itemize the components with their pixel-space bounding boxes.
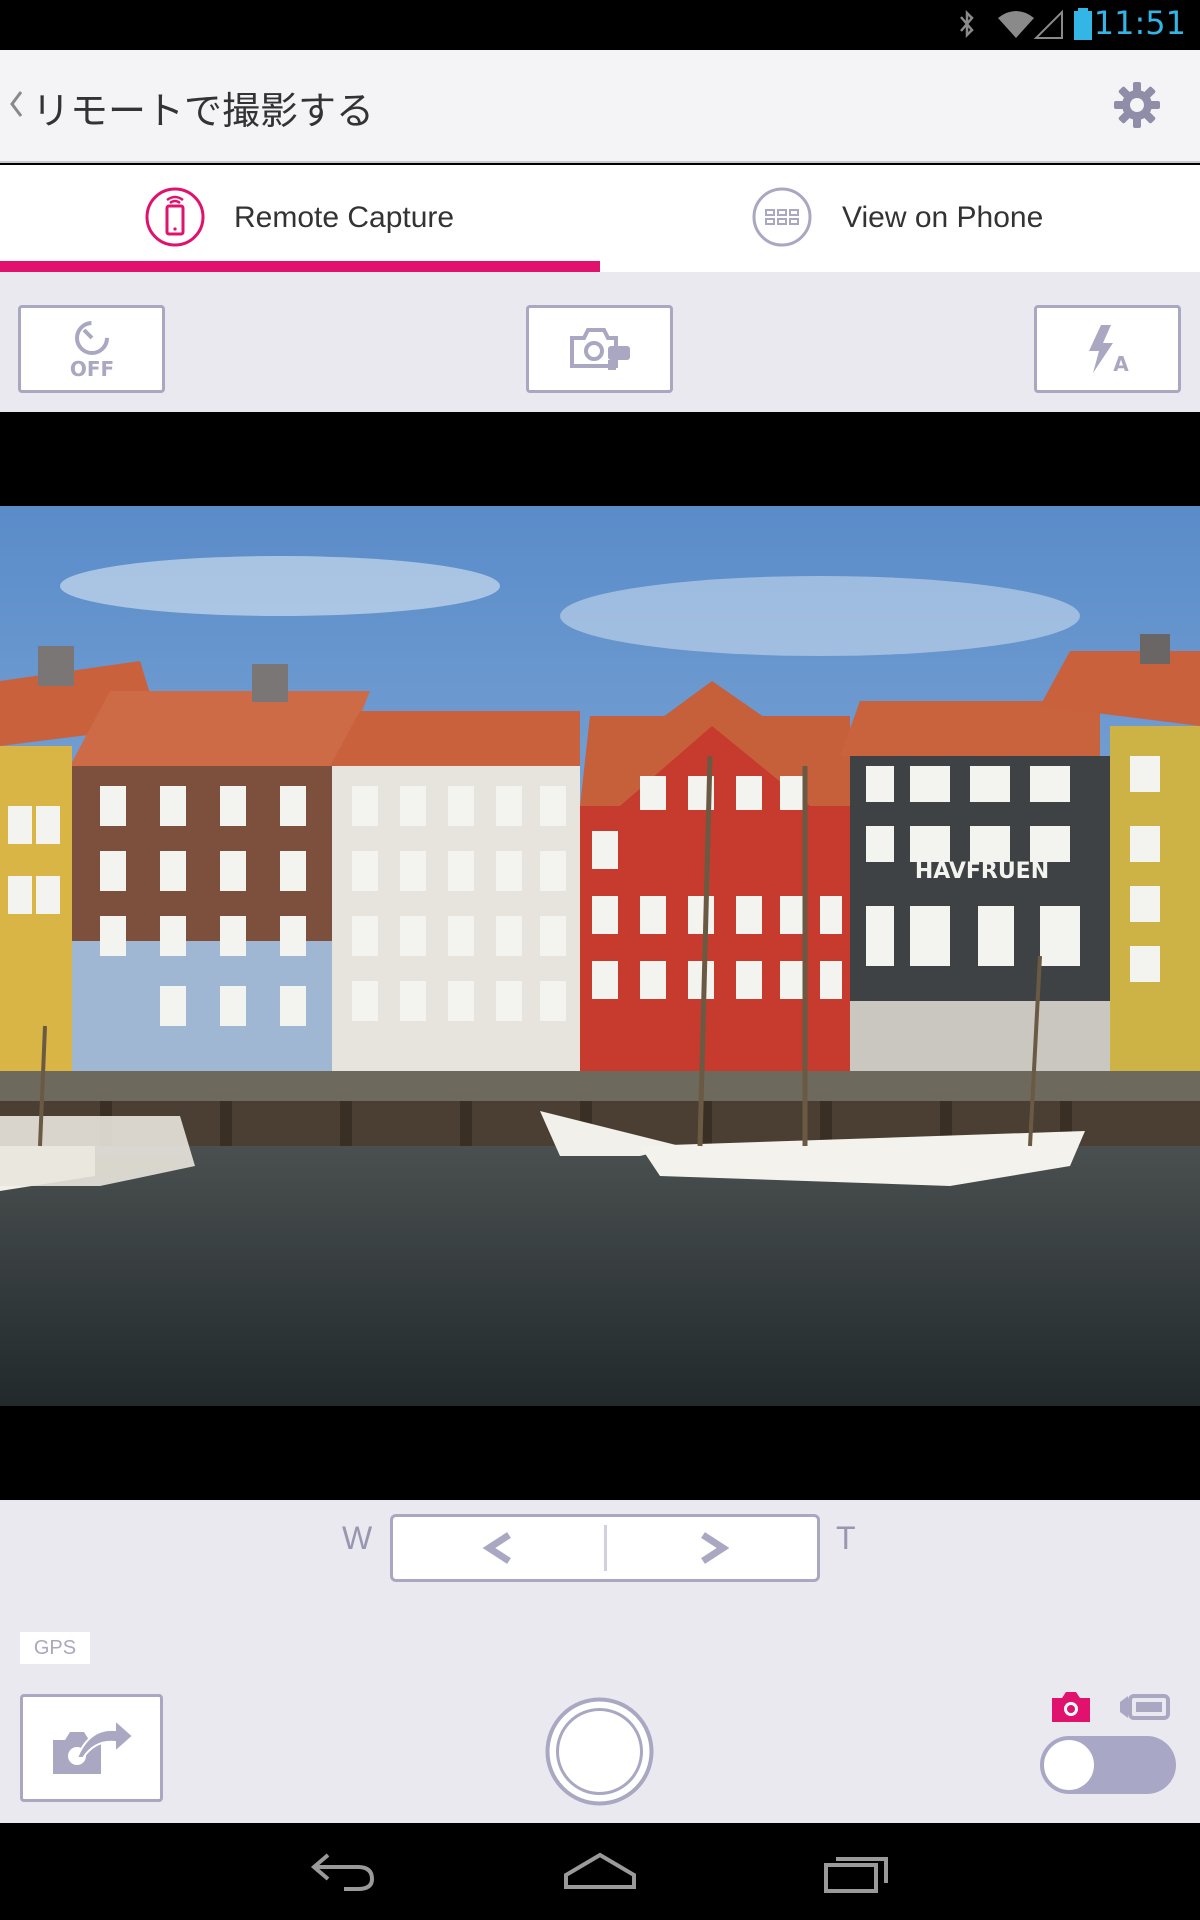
active-tab-indicator — [0, 261, 600, 272]
grid-view-icon — [752, 187, 812, 247]
camera-settings-button[interactable] — [526, 305, 673, 393]
chevron-left-icon — [482, 1532, 511, 1564]
zoom-control: W T — [0, 1500, 1200, 1622]
tab-label: View on Phone — [842, 201, 1044, 234]
tab-remote-capture[interactable]: Remote Capture — [0, 165, 600, 272]
tab-label: Remote Capture — [234, 201, 455, 234]
live-preview[interactable]: HAVFRUEN — [0, 412, 1200, 1500]
share-arrow-icon — [52, 1718, 135, 1774]
flash-mode-button[interactable]: A — [1034, 305, 1181, 393]
shutter-button[interactable] — [545, 1697, 654, 1806]
share-button[interactable] — [20, 1694, 163, 1802]
status-clock: 11:51 — [1093, 4, 1186, 42]
recent-apps-icon[interactable] — [822, 1845, 892, 1895]
capture-mode-toggle[interactable] — [1040, 1736, 1176, 1794]
self-timer-button[interactable]: OFF — [18, 305, 165, 393]
photo-sign: HAVFRUEN — [915, 859, 1049, 884]
status-bar: 11:51 — [0, 0, 1200, 50]
home-icon[interactable] — [562, 1845, 638, 1895]
gps-badge: GPS — [20, 1632, 90, 1664]
cell-signal-icon — [1034, 9, 1063, 39]
battery-icon — [1074, 8, 1092, 40]
flash-auto-icon: A — [1088, 325, 1129, 375]
zoom-wide-label: W — [342, 1520, 373, 1556]
phone-remote-icon — [145, 187, 205, 247]
page-title: リモートで撮影する — [32, 89, 375, 133]
system-nav-bar — [0, 1823, 1200, 1920]
back-chevron-icon[interactable] — [8, 88, 24, 120]
back-icon[interactable] — [308, 1845, 378, 1895]
zoom-out-button[interactable] — [393, 1517, 604, 1579]
flash-mode-label: A — [1113, 352, 1129, 375]
toggle-knob — [1044, 1740, 1094, 1790]
settings-gear-icon[interactable] — [1112, 80, 1162, 130]
camera-settings-icon — [569, 328, 630, 370]
app-header: リモートで撮影する — [0, 50, 1200, 163]
self-timer-label: OFF — [69, 357, 113, 380]
wifi-icon — [998, 11, 1034, 38]
zoom-in-button[interactable] — [607, 1517, 818, 1579]
capture-controls: GPS — [0, 1622, 1200, 1823]
chevron-right-icon — [700, 1532, 729, 1564]
zoom-rocker — [390, 1514, 820, 1582]
tab-view-on-phone[interactable]: View on Phone — [600, 165, 1200, 272]
zoom-tele-label: T — [836, 1520, 856, 1556]
tab-bar: Remote Capture View on Phone — [0, 165, 1200, 272]
preview-photo: HAVFRUEN — [0, 506, 1200, 1406]
photo-mode-camera-icon[interactable] — [1050, 1690, 1092, 1724]
video-mode-camcorder-icon[interactable] — [1118, 1692, 1170, 1722]
camera-toolbar: OFF A — [0, 272, 1200, 412]
self-timer-icon: OFF — [69, 321, 114, 380]
bluetooth-icon — [960, 9, 974, 39]
